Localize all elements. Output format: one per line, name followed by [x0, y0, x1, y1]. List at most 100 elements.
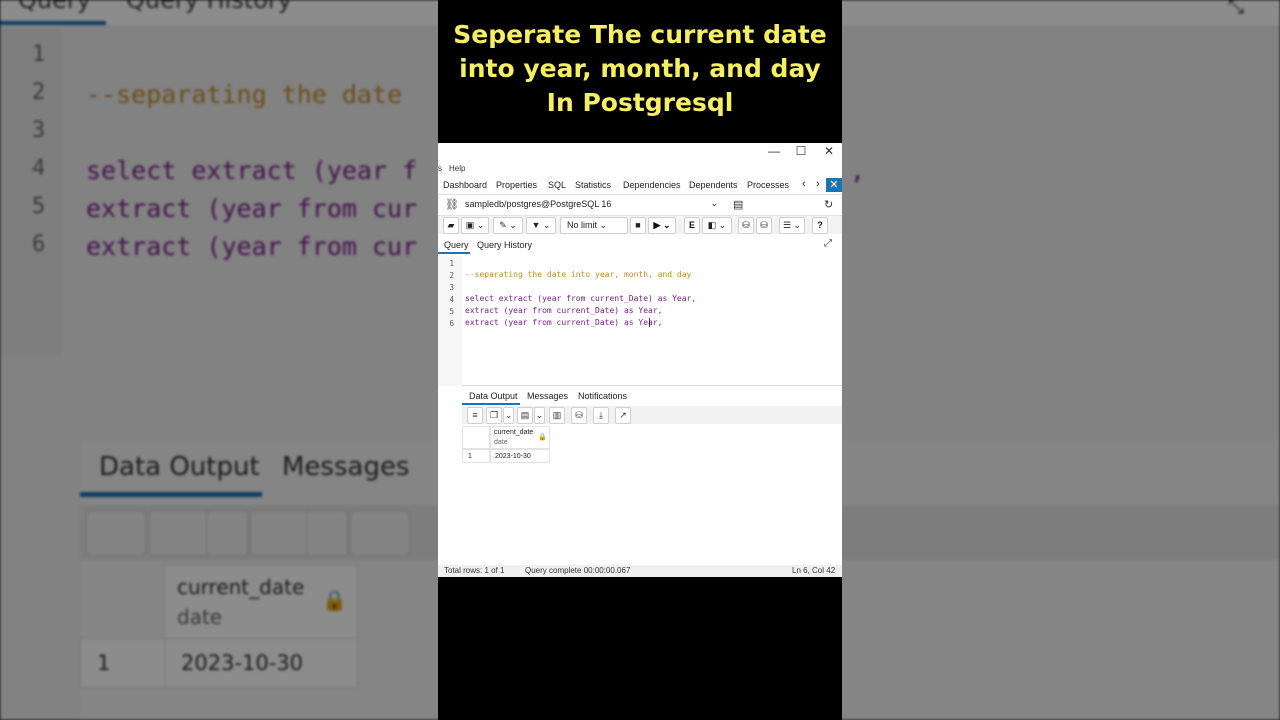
row-number: 1 [468, 453, 472, 460]
help-icon[interactable]: ? [812, 217, 828, 234]
graph-icon[interactable]: ↗ [615, 407, 631, 424]
status-query: Query complete 00:00:00.067 [525, 566, 631, 575]
code-line: --separating the date into year, month, … [465, 270, 692, 279]
bg-row-value-cell: 2023-10-30 [164, 638, 358, 688]
expand-icon[interactable]: ⤢ [824, 238, 832, 249]
status-cursor: Ln 6, Col 42 [792, 566, 836, 575]
column-header[interactable]: current_date date 🔒 [490, 426, 550, 449]
chevron-right-icon[interactable]: › [816, 178, 820, 190]
connection-select[interactable]: sampledb/postgres@PostgreSQL 16 ⌄ [460, 198, 722, 212]
bg-code-comma: , [850, 156, 866, 185]
limit-select[interactable]: No limit ⌄ [560, 217, 628, 234]
tab-data-output[interactable]: Data Output [469, 391, 518, 401]
chevron-down-icon[interactable]: ⌄ [503, 407, 514, 424]
tab-properties[interactable]: Properties [496, 180, 537, 190]
refresh-icon[interactable]: ↻ [824, 198, 833, 211]
chevron-left-icon[interactable]: ‹ [802, 178, 806, 190]
overlay-title: Seperate The current date into year, mon… [438, 18, 842, 120]
tab-query[interactable]: Query [444, 240, 469, 250]
status-bar: Total rows: 1 of 1 Query complete 00:00:… [438, 565, 842, 577]
tab-dashboard[interactable]: Dashboard [443, 180, 487, 190]
tab-processes[interactable]: Processes [747, 180, 789, 190]
menu-item-partial[interactable]: s [438, 164, 442, 173]
bg-line-number: 2 [32, 80, 46, 105]
close-tab-icon[interactable]: ✕ [826, 178, 842, 192]
bg-dropdown-button [206, 510, 248, 556]
chevron-down-icon[interactable]: ⌄ [534, 407, 545, 424]
bg-tab-query: Query [18, 0, 91, 14]
database-icon[interactable]: ▤ [733, 198, 743, 211]
explain-button[interactable]: E [684, 217, 700, 234]
bg-collapse-icon: ⤡ [1228, 0, 1244, 18]
title-line: Seperate The current date [453, 20, 827, 49]
execute-button[interactable]: ▶ ⌄ [648, 217, 676, 234]
pgadmin-window: — ☐ ✕ s Help Dashboard Properties SQL St… [438, 143, 842, 577]
maximize-button[interactable]: ☐ [791, 144, 811, 158]
download-icon[interactable]: ⤓ [593, 407, 609, 424]
code-line: select extract (year from current_Date) … [465, 294, 697, 303]
bg-row-value: 2023-10-30 [181, 651, 304, 675]
active-tab-indicator [438, 252, 470, 254]
add-row-icon[interactable]: ≡ [467, 407, 483, 424]
bg-copy-button [149, 510, 209, 556]
tab-sql[interactable]: SQL [548, 180, 566, 190]
link-icon[interactable]: ⛓ [445, 198, 459, 211]
bg-tab-messages: Messages [282, 452, 410, 482]
bg-tab-data-output: Data Output [99, 452, 260, 482]
main-tabs: Dashboard Properties SQL Statistics Depe… [438, 176, 842, 195]
results-toolbar: ≡ ❐ ⌄ ▤ ⌄ ▥ ⛁ ⤓ ↗ [462, 406, 842, 424]
bg-row-number-cell: 1 [80, 638, 166, 688]
rollback-button[interactable]: ⛁ [756, 217, 772, 234]
stop-button[interactable]: ■ [630, 217, 646, 234]
cell-value: 2023-10-30 [495, 453, 531, 460]
code-line: extract (year from current_Date) as Year… [465, 306, 663, 315]
bg-column-type: date [177, 605, 223, 629]
text-cursor [649, 318, 650, 327]
bg-line-number: 1 [32, 42, 46, 67]
bg-add-row-button [86, 510, 146, 556]
line-number: 2 [449, 271, 454, 280]
bg-result-indicator [80, 492, 262, 497]
tab-dependents[interactable]: Dependents [689, 180, 738, 190]
tab-statistics[interactable]: Statistics [575, 180, 611, 190]
grid-corner [462, 426, 490, 449]
delete-icon[interactable]: ▥ [549, 407, 565, 424]
menu-bar: s Help [438, 163, 842, 175]
minimize-button[interactable]: — [764, 144, 784, 158]
chevron-down-icon: ⌄ [710, 198, 718, 208]
sql-editor[interactable]: 1 2 3 4 5 6 --separating the date into y… [438, 256, 842, 386]
edit-button[interactable]: ✎ ⌄ [493, 217, 523, 234]
result-tabs: Data Output Messages Notifications [462, 386, 842, 405]
paste-icon[interactable]: ▤ [517, 407, 533, 424]
bg-line-number: 3 [32, 118, 46, 143]
bg-column-name: current_date [177, 575, 305, 599]
window-titlebar: — ☐ ✕ [438, 143, 842, 163]
bg-gutter [0, 26, 62, 356]
tab-messages[interactable]: Messages [527, 391, 568, 401]
video-strip: Seperate The current date into year, mon… [438, 0, 842, 720]
bg-tab-indicator [0, 21, 106, 25]
column-name: current_date [494, 429, 534, 436]
macros-button[interactable]: ☰ ⌄ [779, 217, 805, 234]
tab-dependencies[interactable]: Dependencies [623, 180, 681, 190]
menu-item-help[interactable]: Help [449, 164, 465, 173]
line-number: 3 [449, 283, 454, 292]
line-number: 1 [449, 259, 454, 268]
tab-notifications[interactable]: Notifications [578, 391, 627, 401]
close-button[interactable]: ✕ [819, 144, 839, 158]
tab-query-history[interactable]: Query History [477, 240, 532, 250]
bg-line-number: 5 [32, 194, 46, 219]
explain-analyze-button[interactable]: ◧ ⌄ [702, 217, 732, 234]
data-cell[interactable]: 2023-10-30 [490, 449, 550, 463]
bg-paste-button [250, 510, 310, 556]
save-data-icon[interactable]: ⛁ [571, 407, 587, 424]
save-button[interactable]: ▣ ⌄ [461, 217, 489, 234]
copy-icon[interactable]: ❐ [486, 407, 502, 424]
row-number-cell[interactable]: 1 [462, 449, 490, 463]
commit-button[interactable]: ⛁ [738, 217, 754, 234]
title-line: In Postgresql [546, 88, 734, 117]
bg-row-number: 1 [97, 651, 111, 675]
results-panel: Data Output Messages Notifications ≡ ❐ ⌄… [462, 385, 842, 566]
filter-button[interactable]: ▼ ⌄ [526, 217, 556, 234]
open-file-button[interactable]: ▰ [443, 217, 459, 234]
